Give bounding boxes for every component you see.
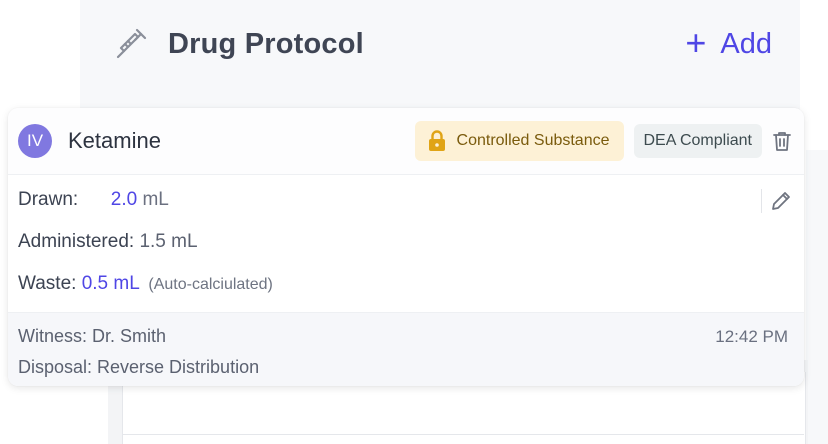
add-drug-button[interactable]: + Add <box>685 21 772 63</box>
drawn-value: 2.0 <box>110 189 138 210</box>
waste-row: Waste: 0.5 mL (Auto-calciulated) <box>18 273 273 295</box>
administered-label: Administered: <box>18 231 135 252</box>
add-button-label: Add <box>720 27 772 60</box>
edit-divider <box>761 189 762 213</box>
drug-card: IV Ketamine Controlled Substance DEA Com… <box>8 108 804 386</box>
route-badge: IV <box>18 124 52 158</box>
dea-compliant-badge: DEA Compliant <box>633 124 762 158</box>
page-title: Drug Protocol <box>168 27 364 60</box>
section-header: Drug Protocol + Add <box>112 18 772 70</box>
dea-compliant-label: DEA Compliant <box>643 132 753 149</box>
waste-value: 0.5 mL <box>81 273 140 294</box>
controlled-substance-label: Controlled Substance <box>456 132 610 149</box>
drawn-label: Drawn: <box>18 189 79 210</box>
plus-icon: + <box>685 21 707 63</box>
controlled-substance-badge: Controlled Substance <box>414 121 624 161</box>
drug-card-header: IV Ketamine Controlled Substance DEA Com… <box>8 108 804 175</box>
syringe-icon <box>112 25 150 63</box>
drug-name: Ketamine <box>68 128 161 153</box>
drawn-row: Drawn: 2.0 mL <box>18 189 169 211</box>
edit-area <box>761 189 792 213</box>
waste-label: Waste: <box>18 273 77 294</box>
administered-row: Administered: 1.5 mL <box>18 231 198 253</box>
lock-icon <box>428 130 445 151</box>
administered-value: 1.5 mL <box>139 231 198 252</box>
trash-icon[interactable] <box>770 129 794 153</box>
next-card-divider <box>122 434 804 435</box>
drug-card-body: Drawn: 2.0 mL Administered: 1.5 mL Waste… <box>8 175 804 313</box>
witness-text: Witness: Dr. Smith <box>18 326 167 346</box>
pencil-icon[interactable] <box>770 190 792 212</box>
right-background-strip <box>806 150 828 444</box>
waste-note: (Auto-calciulated) <box>148 276 273 293</box>
disposal-text: Disposal: Reverse Distribution <box>18 357 260 377</box>
drawn-unit: mL <box>142 189 169 210</box>
drug-card-footer: Witness: Dr. Smith Disposal: Reverse Dis… <box>8 312 804 386</box>
timestamp: 12:42 PM <box>715 327 788 346</box>
drug-badges: Controlled Substance DEA Compliant <box>414 121 794 161</box>
